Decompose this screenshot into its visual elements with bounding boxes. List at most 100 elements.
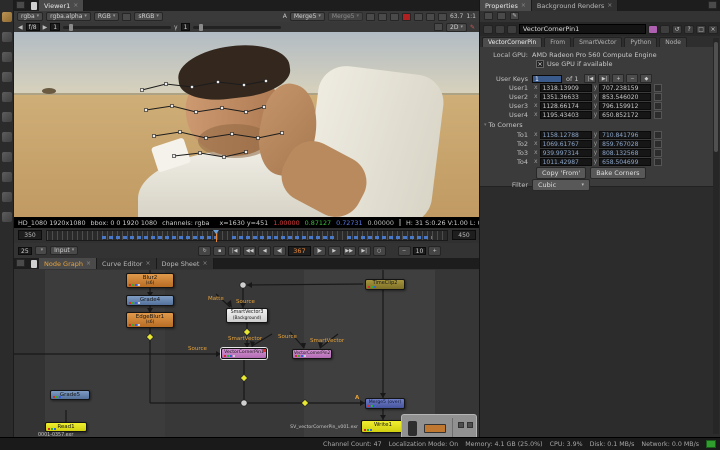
bake-corners-button[interactable]: Bake Corners xyxy=(590,167,645,179)
other-nodes-icon[interactable] xyxy=(2,212,12,222)
export-menu-icon[interactable] xyxy=(507,25,517,34)
tab-curve-editor[interactable]: Curve Editor× xyxy=(97,258,157,269)
keyer-nodes-icon[interactable] xyxy=(2,132,12,142)
node-graph-canvas[interactable]: Matte Source Source SmartVector Source S… xyxy=(14,270,479,437)
merge-nodes-icon[interactable] xyxy=(2,152,12,162)
user4-x-field[interactable]: 1195.43403 xyxy=(540,111,592,119)
gain-value[interactable]: 1 xyxy=(50,23,60,31)
view-mode-dropdown[interactable]: 2D xyxy=(446,23,467,32)
tab-smartvector[interactable]: SmartVector xyxy=(573,37,622,47)
annotate-pen-icon[interactable]: ✎ xyxy=(470,24,475,31)
to1-y-field[interactable]: 710.841796 xyxy=(599,131,651,139)
input-a-dropdown[interactable]: Merge5 xyxy=(290,12,325,21)
gl-color-swatch[interactable] xyxy=(660,25,670,34)
threed-nodes-icon[interactable] xyxy=(2,192,12,202)
range-start-field[interactable]: 350 xyxy=(18,230,42,240)
copy-from-button[interactable]: Copy 'From' xyxy=(536,167,586,179)
lock-panels-icon[interactable] xyxy=(484,12,493,20)
user1-y-field[interactable]: 707.238159 xyxy=(599,84,651,92)
node-vectorcornerpin2[interactable]: VectorCornerPin2 xyxy=(292,349,332,359)
panel-menu-icon[interactable] xyxy=(16,259,25,267)
key-options-button[interactable]: ◆ xyxy=(640,74,652,83)
alpha-dropdown[interactable]: rgba.alpha xyxy=(46,12,91,21)
pixel-ratio[interactable]: 1:1 xyxy=(466,13,476,20)
gamma-value[interactable]: 1 xyxy=(181,23,191,31)
step-plus-button[interactable]: + xyxy=(428,246,441,256)
animation-menu-icon[interactable] xyxy=(654,102,662,110)
empty-panels-icon[interactable] xyxy=(497,12,506,20)
use-gpu-checkbox[interactable]: × xyxy=(536,60,544,68)
to1-x-field[interactable]: 1158.12788 xyxy=(540,131,592,139)
pause-icon[interactable] xyxy=(438,13,447,21)
node-write1[interactable]: Write1 xyxy=(361,420,405,433)
close-tab-icon[interactable]: × xyxy=(73,2,78,9)
record-button[interactable]: ○ xyxy=(373,246,386,256)
user2-y-field[interactable]: 853.546020 xyxy=(599,93,651,101)
node-blur2[interactable]: Blur2(s6) xyxy=(126,273,174,288)
close-tab-icon[interactable]: × xyxy=(86,260,91,267)
channel-nodes-icon[interactable] xyxy=(2,72,12,82)
fps-field[interactable]: 25 xyxy=(18,247,32,255)
edit-pen-icon[interactable]: ✎ xyxy=(510,12,519,20)
zoom-level[interactable]: 63.7 xyxy=(450,13,463,20)
stack-icon[interactable] xyxy=(378,13,387,21)
animation-menu-icon[interactable] xyxy=(654,158,662,166)
bounce-button[interactable]: ▪ xyxy=(213,246,226,256)
time-nodes-icon[interactable] xyxy=(2,52,12,62)
input-b-dropdown[interactable]: Merge5 xyxy=(328,12,363,21)
play-forward-button[interactable]: ▶ xyxy=(328,246,341,256)
tab-node[interactable]: Node xyxy=(659,37,687,47)
user2-x-field[interactable]: 1351.36633 xyxy=(540,93,592,101)
gain-stop-label[interactable]: f/8 xyxy=(26,23,40,31)
first-key-button[interactable]: |◀ xyxy=(584,74,596,83)
to4-y-field[interactable]: 658.504699 xyxy=(599,158,651,166)
animation-menu-icon[interactable] xyxy=(654,149,662,157)
clipping-icon[interactable] xyxy=(414,13,423,21)
prev-frame-button[interactable]: ◀| xyxy=(273,246,286,256)
filter-nodes-icon[interactable] xyxy=(2,112,12,122)
help-button[interactable]: ? xyxy=(684,25,694,34)
play-backward-button[interactable]: ◀ xyxy=(258,246,271,256)
node-smartvector3[interactable]: SmartVector3(Background) xyxy=(226,308,268,323)
goto-end-button[interactable]: ▶| xyxy=(358,246,371,256)
proxy-icon[interactable] xyxy=(390,13,399,21)
animation-menu-icon[interactable] xyxy=(654,84,662,92)
user4-y-field[interactable]: 650.852172 xyxy=(599,111,651,119)
gain-slider[interactable] xyxy=(63,26,171,29)
color-nodes-icon[interactable] xyxy=(2,92,12,102)
node-grade4[interactable]: Grade4 xyxy=(126,295,174,306)
colorspace-dropdown[interactable]: sRGB xyxy=(134,12,163,21)
to3-y-field[interactable]: 808.132568 xyxy=(599,149,651,157)
add-key-button[interactable]: + xyxy=(612,74,624,83)
user3-y-field[interactable]: 796.159912 xyxy=(599,102,651,110)
clock-icon[interactable] xyxy=(426,13,435,21)
float-panel-button[interactable]: □ xyxy=(696,25,706,34)
to3-x-field[interactable]: 939.997314 xyxy=(540,149,592,157)
properties-scrollbar[interactable] xyxy=(713,38,719,434)
gain-prev-icon[interactable]: ◀ xyxy=(18,24,23,31)
node-read1[interactable]: Read1 xyxy=(45,422,87,432)
viewer-image[interactable] xyxy=(14,32,479,217)
tab-node-graph[interactable]: Node Graph× xyxy=(39,258,97,269)
animation-menu-icon[interactable] xyxy=(654,93,662,101)
node-edgeblur1[interactable]: EdgeBlur1(s6) xyxy=(126,312,174,328)
channels-menu-icon[interactable] xyxy=(495,25,505,34)
node-graph-minimap[interactable] xyxy=(401,414,477,437)
close-tab-icon[interactable]: × xyxy=(607,2,612,9)
tab-viewer1[interactable]: Viewer1 × xyxy=(39,0,84,11)
close-tab-icon[interactable]: × xyxy=(202,260,207,267)
node-color-swatch[interactable] xyxy=(648,25,658,34)
animation-menu-icon[interactable] xyxy=(654,140,662,148)
tab-from[interactable]: From xyxy=(544,37,571,47)
tab-dope-sheet[interactable]: Dope Sheet× xyxy=(157,258,214,269)
user1-x-field[interactable]: 1318.13909 xyxy=(540,84,592,92)
playback-rate-dropdown[interactable] xyxy=(35,246,48,255)
goto-start-button[interactable]: |◀ xyxy=(228,246,241,256)
draw-nodes-icon[interactable] xyxy=(2,32,12,42)
user-keys-field[interactable]: 1 xyxy=(532,75,562,83)
revert-button[interactable]: ↺ xyxy=(672,25,682,34)
to4-x-field[interactable]: 1011.42987 xyxy=(540,158,592,166)
transform-nodes-icon[interactable] xyxy=(2,172,12,182)
node-vectorcornerpin1[interactable]: VectorCornerPin1 xyxy=(221,348,267,359)
timeline-ruler[interactable]: 350 400 xyxy=(46,230,448,241)
